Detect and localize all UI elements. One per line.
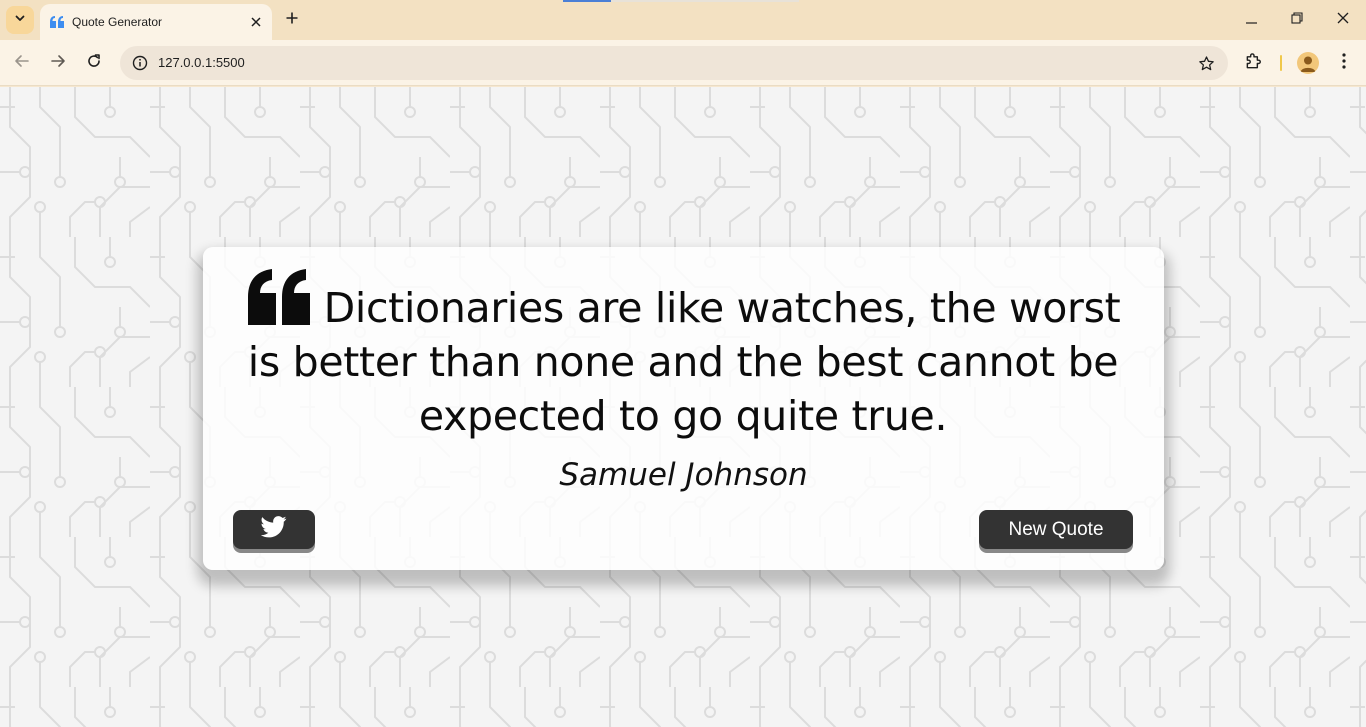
quote-container: Dictionaries are like watches, the worst… (203, 247, 1164, 570)
more-vertical-icon (1342, 52, 1346, 74)
browser-toolbar: 127.0.0.1:5500 (0, 40, 1366, 86)
puzzle-icon (1244, 51, 1264, 76)
twitter-icon (260, 516, 287, 543)
tab-strip: Quote Generator (0, 0, 1366, 40)
quote-left-icon (246, 269, 312, 325)
url-text[interactable]: 127.0.0.1:5500 (158, 55, 245, 70)
forward-button[interactable] (44, 49, 72, 77)
profile-button[interactable] (1296, 51, 1320, 75)
avatar-icon (1297, 52, 1319, 74)
address-bar[interactable]: 127.0.0.1:5500 (120, 46, 1228, 80)
close-icon (1337, 11, 1349, 29)
restore-icon (1291, 11, 1303, 29)
back-button[interactable] (8, 49, 36, 77)
close-window-button[interactable] (1320, 0, 1366, 40)
tab-search-button[interactable] (6, 6, 34, 34)
page-viewport: Dictionaries are like watches, the worst… (0, 87, 1366, 727)
tweet-button[interactable] (233, 510, 315, 549)
restore-button[interactable] (1274, 0, 1320, 40)
new-tab-button[interactable] (280, 8, 304, 32)
bookmark-star-icon[interactable] (1196, 53, 1216, 73)
quote-icon (49, 14, 65, 30)
close-tab-icon[interactable] (246, 12, 266, 32)
tab-quote-generator[interactable]: Quote Generator (40, 4, 272, 40)
quote-author: Samuel Johnson (559, 457, 808, 493)
reload-button[interactable] (80, 49, 108, 77)
quote-text: Dictionaries are like watches, the worst… (243, 269, 1123, 443)
browser-menu-button[interactable] (1332, 51, 1356, 75)
reload-icon (86, 53, 102, 74)
site-info-icon[interactable] (130, 53, 150, 73)
new-quote-button[interactable]: New Quote (979, 510, 1133, 549)
extensions-button[interactable] (1242, 51, 1266, 75)
arrow-left-icon (14, 53, 30, 74)
toolbar-divider (1280, 55, 1282, 71)
tab-title: Quote Generator (72, 15, 163, 29)
plus-icon (286, 11, 298, 29)
tab-drag-track (611, 0, 799, 2)
quote-body: Dictionaries are like watches, the worst… (247, 284, 1121, 440)
arrow-right-icon (50, 53, 66, 74)
tab-drag-indicator (563, 0, 611, 2)
minimize-button[interactable] (1228, 0, 1274, 40)
chevron-down-icon (14, 11, 26, 29)
minimize-icon (1245, 11, 1257, 29)
